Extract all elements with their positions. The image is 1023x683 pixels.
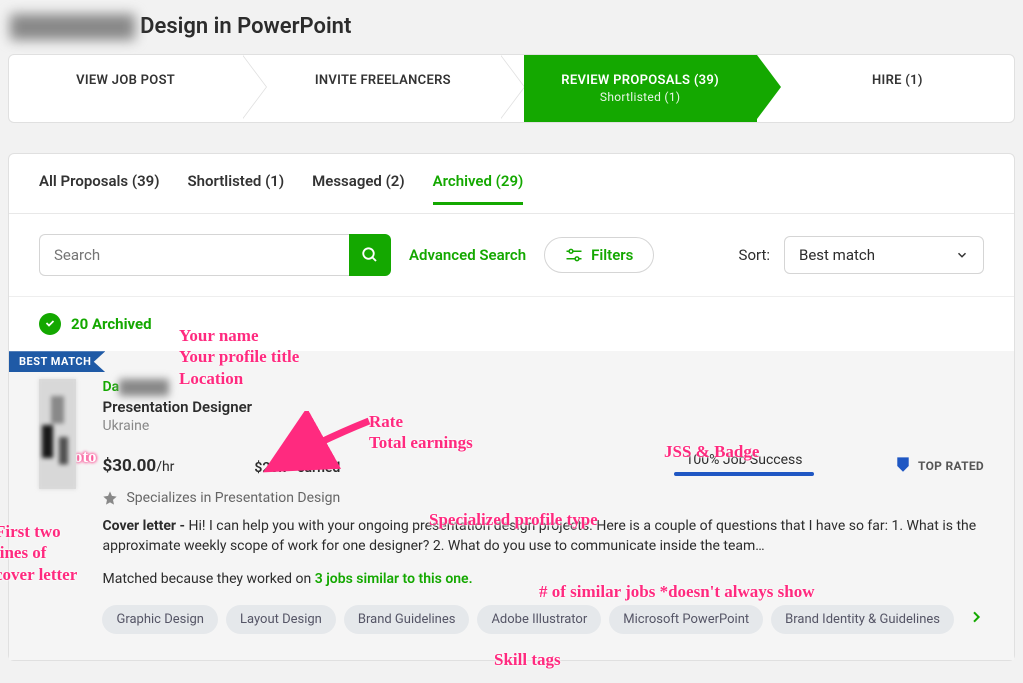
tab-shortlisted[interactable]: Shortlisted (1) — [187, 172, 284, 205]
chevron-divider — [500, 55, 524, 119]
chevron-divider — [242, 55, 266, 119]
sliders-icon — [565, 248, 583, 262]
search-icon — [361, 246, 379, 264]
skill-tag[interactable]: Adobe Illustrator — [477, 605, 601, 634]
matched-reason: Matched because they worked on 3 jobs si… — [102, 571, 984, 587]
location: Ukraine — [102, 418, 984, 434]
skill-tags: Graphic Design Layout Design Brand Guide… — [102, 605, 984, 634]
proposal-card[interactable]: BEST MATCH Your name Your profile title … — [9, 351, 1014, 660]
avatar[interactable] — [39, 379, 76, 489]
step-hire[interactable]: HIRE (1) — [781, 55, 1014, 122]
skill-tag[interactable]: Brand Guidelines — [344, 605, 470, 634]
similar-jobs-link[interactable]: 3 jobs similar to this one. — [315, 571, 473, 587]
skill-tag[interactable]: Microsoft PowerPoint — [609, 605, 763, 634]
title-redacted: ████████ — [10, 14, 135, 40]
search-button[interactable] — [349, 234, 391, 276]
total-earned: $20k+ earned — [254, 460, 340, 476]
profile-title: Presentation Designer — [102, 398, 984, 416]
annotation: Skill tags — [494, 649, 561, 670]
skill-tag[interactable]: Graphic Design — [102, 605, 218, 634]
skill-tag[interactable]: Layout Design — [226, 605, 336, 634]
step-review[interactable]: REVIEW PROPOSALS (39) Shortlisted (1) — [524, 55, 757, 122]
top-rated-badge: TOP RATED — [894, 456, 984, 476]
progress-steps: VIEW JOB POST INVITE FREELANCERS REVIEW … — [8, 54, 1015, 123]
filters-button[interactable]: Filters — [544, 237, 654, 273]
step-view-job[interactable]: VIEW JOB POST — [9, 55, 242, 122]
freelancer-name[interactable]: Da█████ — [102, 379, 984, 396]
best-match-badge: BEST MATCH — [9, 351, 105, 372]
proposal-tabs: All Proposals (39) Shortlisted (1) Messa… — [9, 154, 1014, 214]
chevron-down-icon — [955, 248, 969, 262]
job-success: 100% Job Success — [674, 452, 814, 476]
chevron-divider — [757, 55, 781, 119]
advanced-search-link[interactable]: Advanced Search — [409, 246, 526, 264]
skills-next-button[interactable] — [968, 609, 984, 629]
sort-select[interactable]: Best match — [784, 236, 984, 274]
step-invite[interactable]: INVITE FREELANCERS — [266, 55, 499, 122]
hourly-rate: $30.00/hr — [102, 456, 174, 476]
sort-label: Sort: — [739, 246, 770, 264]
page-title: ████████ Design in PowerPoint — [10, 14, 1013, 40]
archived-summary[interactable]: 20 Archived — [9, 296, 1014, 351]
check-circle-icon — [39, 313, 61, 335]
tab-all[interactable]: All Proposals (39) — [39, 172, 159, 205]
chevron-right-icon — [968, 609, 984, 625]
star-icon — [102, 490, 118, 506]
search-input[interactable] — [39, 234, 349, 276]
tab-messaged[interactable]: Messaged (2) — [312, 172, 405, 205]
badge-icon — [894, 456, 912, 476]
proposals-panel: All Proposals (39) Shortlisted (1) Messa… — [8, 153, 1015, 661]
cover-letter-preview: Cover letter - Hi! I can help you with y… — [102, 516, 984, 557]
skill-tag[interactable]: Brand Identity & Guidelines — [771, 605, 954, 634]
tab-archived[interactable]: Archived (29) — [433, 172, 524, 205]
specializes-in: Specializes in Presentation Design — [126, 490, 340, 506]
